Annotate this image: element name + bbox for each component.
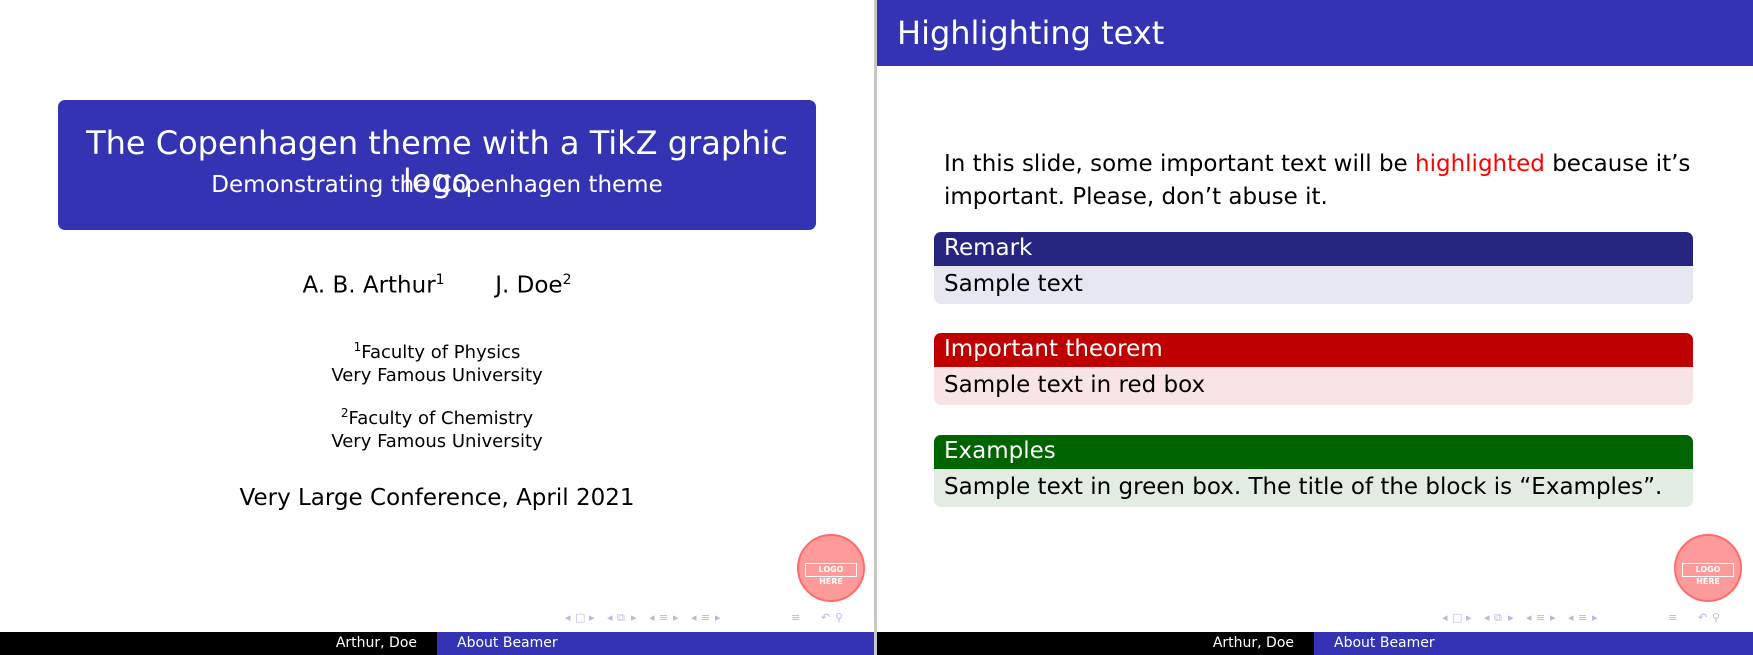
nav-prev-section-icon[interactable]: ◂ <box>1568 611 1574 624</box>
title-block: The Copenhagen theme with a TikZ graphic… <box>58 100 816 230</box>
block-title: Important theorem <box>944 336 1163 362</box>
footer-title-panel: About Beamer <box>437 632 874 655</box>
nav-slide-icon[interactable]: □ <box>1452 611 1462 624</box>
nav-section-icon[interactable]: ≡ <box>1578 611 1587 624</box>
nav-prev-section-icon[interactable]: ◂ <box>691 611 697 624</box>
block-body-text: Sample text in red box <box>944 372 1206 398</box>
block-title: Examples <box>944 438 1056 464</box>
highlighted-word: highlighted <box>1415 151 1545 177</box>
block-title-bar: Examples <box>934 435 1693 469</box>
nav-slide-icon[interactable]: □ <box>575 611 585 624</box>
nav-next-section-icon[interactable]: ▸ <box>715 611 721 624</box>
content-slide: Highlighting text In this slide, some im… <box>877 0 1753 655</box>
title-slide: The Copenhagen theme with a TikZ graphic… <box>0 0 874 655</box>
example-block: Examples Sample text in green box. The t… <box>934 435 1693 507</box>
nav-search-icon[interactable]: ⚲ <box>835 611 843 624</box>
footer-authors-panel: Arthur, Doe <box>877 632 1314 655</box>
nav-search-icon[interactable]: ⚲ <box>1712 611 1720 624</box>
author-list: A. B. Arthur1 J. Doe2 <box>0 272 874 299</box>
nav-next-section-icon[interactable]: ▸ <box>1592 611 1598 624</box>
block-body: Sample text in green box. The title of t… <box>934 469 1693 507</box>
nav-back-icon[interactable]: ↶ <box>1698 611 1707 624</box>
institute-faculty: Faculty of Physics <box>361 342 521 363</box>
presentation-date: Very Large Conference, April 2021 <box>239 485 635 511</box>
presentation-subtitle: Demonstrating the Copenhagen theme <box>211 172 663 198</box>
nav-back-icon[interactable]: ↶ <box>821 611 830 624</box>
nav-next-arrow-icon[interactable]: ▸ <box>1466 611 1472 624</box>
nav-subsection-icon[interactable]: ≡ <box>659 611 668 624</box>
navigation-symbols: ◂ □ ▸ ◂ ⧉ ▸ ◂ ≡ ▸ ◂ ≡ ▸ ≡ ↶ ⚲ <box>1442 611 1747 625</box>
nav-next-frame-arrow-icon[interactable]: ▸ <box>1508 611 1514 624</box>
author-mark: 2 <box>562 272 572 288</box>
intro-paragraph: In this slide, some important text will … <box>944 148 1704 214</box>
footer-title: About Beamer <box>457 635 558 651</box>
nav-frame-icon[interactable]: ⧉ <box>1494 611 1502 625</box>
alert-block: Important theorem Sample text in red box <box>934 333 1693 405</box>
logo-placeholder: LOGO HERE <box>1674 534 1742 602</box>
footer-authors: Arthur, Doe <box>1212 635 1294 651</box>
footer-authors: Arthur, Doe <box>335 635 417 651</box>
nav-next-frame-arrow-icon[interactable]: ▸ <box>631 611 637 624</box>
logo-text: LOGO HERE <box>805 563 857 586</box>
institute-university: Very Famous University <box>331 431 543 452</box>
author-name: A. B. Arthur <box>302 272 436 299</box>
nav-prev-subsection-icon[interactable]: ◂ <box>649 611 655 624</box>
nav-next-subsection-icon[interactable]: ▸ <box>1550 611 1556 624</box>
remark-block: Remark Sample text <box>934 232 1693 304</box>
nav-prev-frame-arrow-icon[interactable]: ◂ <box>1484 611 1490 624</box>
block-body: Sample text <box>934 266 1693 304</box>
frame-title: Highlighting text <box>897 14 1165 52</box>
nav-next-arrow-icon[interactable]: ▸ <box>589 611 595 624</box>
nav-prev-subsection-icon[interactable]: ◂ <box>1526 611 1532 624</box>
logo-text: LOGO HERE <box>1682 563 1734 586</box>
block-body-text: Sample text <box>944 271 1083 297</box>
frame-title-bar: Highlighting text <box>877 0 1753 66</box>
block-body-text: Sample text in green box. The title of t… <box>944 474 1663 500</box>
paragraph-text-before: In this slide, some important text will … <box>944 151 1416 177</box>
author-name: J. Doe <box>495 272 563 299</box>
footer-bar: Arthur, Doe About Beamer <box>877 632 1753 655</box>
nav-prev-frame-arrow-icon[interactable]: ◂ <box>607 611 613 624</box>
nav-frame-icon[interactable]: ⧉ <box>617 611 625 625</box>
navigation-symbols: ◂ □ ▸ ◂ ⧉ ▸ ◂ ≡ ▸ ◂ ≡ ▸ ≡ ↶ ⚲ <box>565 611 870 625</box>
nav-prev-arrow-icon[interactable]: ◂ <box>1442 611 1448 624</box>
nav-align-icon[interactable]: ≡ <box>1668 611 1677 624</box>
footer-authors-panel: Arthur, Doe <box>0 632 437 655</box>
footer-title: About Beamer <box>1334 635 1435 651</box>
block-title-bar: Remark <box>934 232 1693 266</box>
footer-bar: Arthur, Doe About Beamer <box>0 632 874 655</box>
nav-section-icon[interactable]: ≡ <box>701 611 710 624</box>
block-body: Sample text in red box <box>934 367 1693 405</box>
institute-1: 1Faculty of Physics Very Famous Universi… <box>0 336 874 387</box>
institute-2: 2Faculty of Chemistry Very Famous Univer… <box>0 402 874 453</box>
nav-prev-arrow-icon[interactable]: ◂ <box>565 611 571 624</box>
institute-mark: 2 <box>340 406 349 420</box>
nav-next-subsection-icon[interactable]: ▸ <box>673 611 679 624</box>
nav-subsection-icon[interactable]: ≡ <box>1536 611 1545 624</box>
block-title-bar: Important theorem <box>934 333 1693 367</box>
footer-title-panel: About Beamer <box>1314 632 1753 655</box>
block-title: Remark <box>944 235 1033 261</box>
nav-align-icon[interactable]: ≡ <box>791 611 800 624</box>
institute-university: Very Famous University <box>331 365 543 386</box>
institute-faculty: Faculty of Chemistry <box>348 408 534 429</box>
logo-placeholder: LOGO HERE <box>797 534 865 602</box>
author-mark: 1 <box>435 272 445 288</box>
